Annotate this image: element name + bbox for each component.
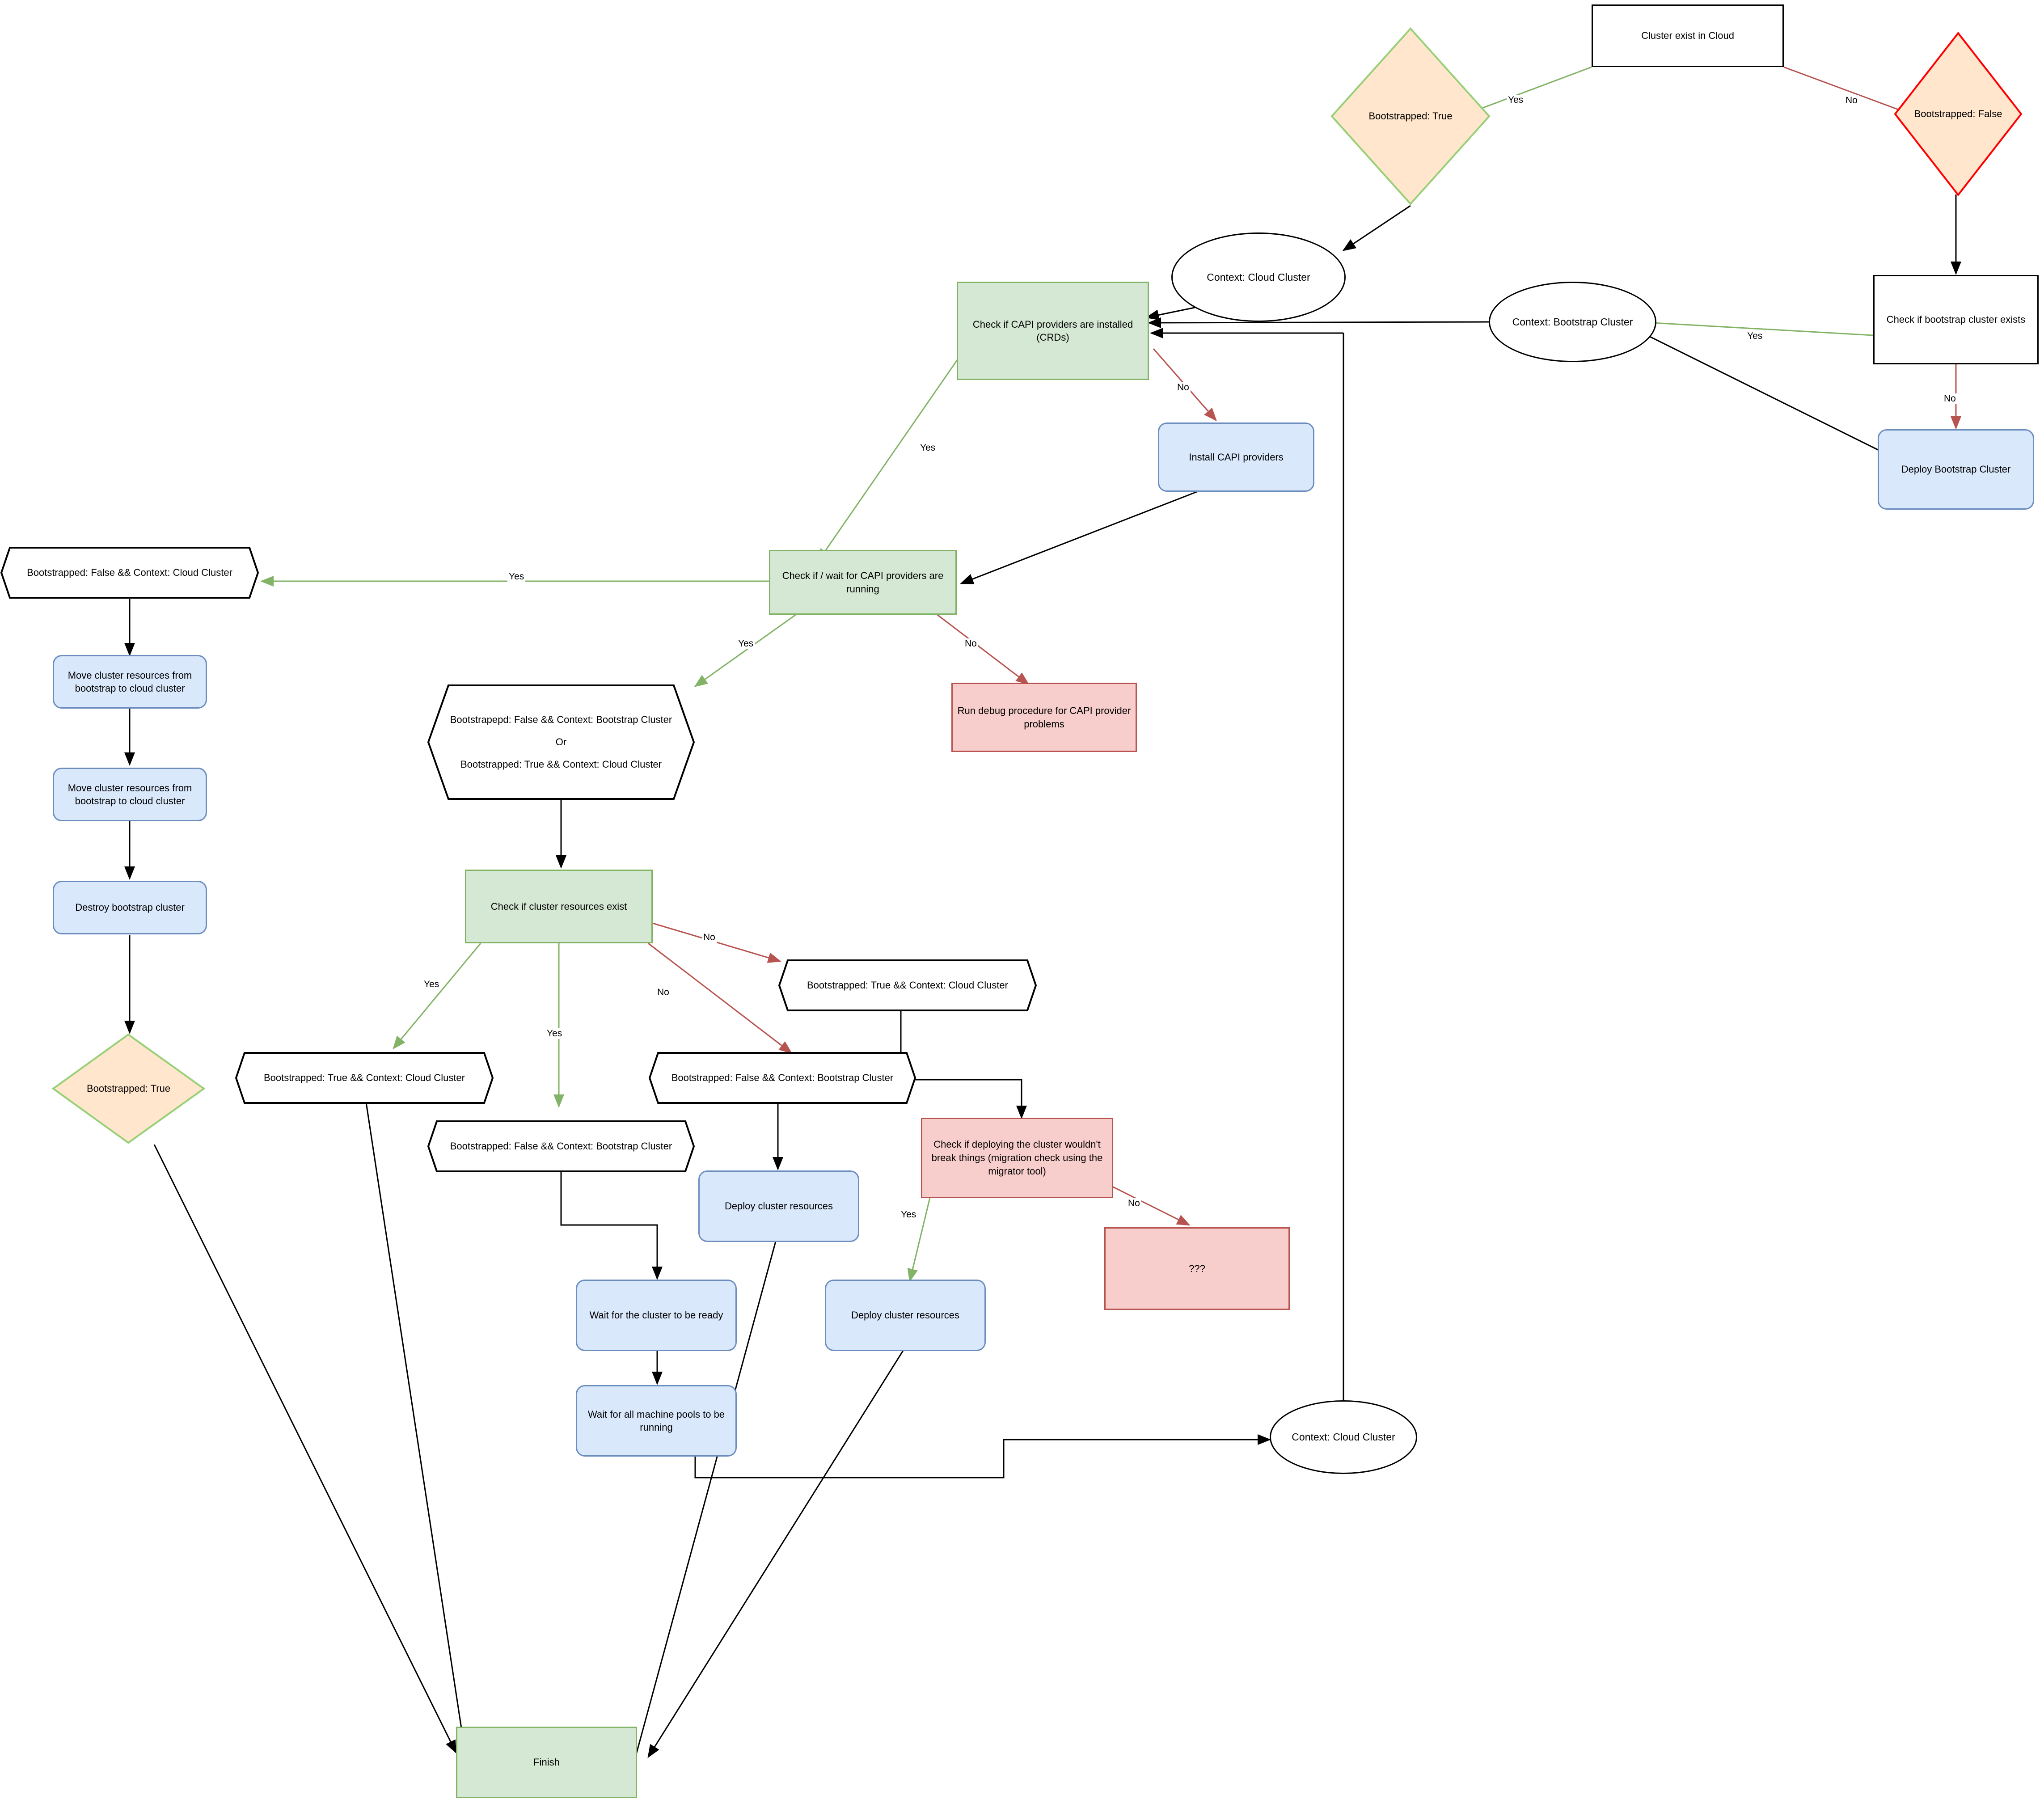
cond-or-line-2: Or <box>555 736 567 748</box>
node-check-bootstrap-cluster-exists[interactable]: Check if bootstrap cluster exists <box>1873 275 2039 364</box>
node-label: Bootstrapped: False && Context: Bootstra… <box>450 1141 672 1152</box>
cond-or-line-1: Bootstrapepd: False && Context: Bootstra… <box>450 714 672 725</box>
node-cond-false-cloud-cluster[interactable]: Bootstrapped: False && Context: Cloud Cl… <box>0 546 259 599</box>
node-label: Bootstrapped: False <box>1914 108 2002 120</box>
node-deploy-cluster-resources-1[interactable]: Deploy cluster resources <box>698 1170 859 1242</box>
node-label: Bootstrapepd: False && Context: Bootstra… <box>427 684 695 800</box>
edge-label-migration-yes: Yes <box>900 1209 918 1220</box>
edge-label-capi-running-yes-left: Yes <box>507 571 526 582</box>
edge-label-resources-no-down: No <box>656 987 671 998</box>
node-label: Bootstrapped: False && Context: Cloud Cl… <box>27 566 232 578</box>
node-context-cloud-cluster-bottom[interactable]: Context: Cloud Cluster <box>1270 1400 1417 1474</box>
cond-or-line-3: Bootstrapped: True && Context: Cloud Clu… <box>460 759 662 770</box>
flowchart-canvas: Cluster exist in Cloud Bootstrapped: Tru… <box>0 0 2044 1808</box>
edge-label-capi-running-yes-down: Yes <box>737 638 755 649</box>
node-cluster-exist-in-cloud[interactable]: Cluster exist in Cloud <box>1592 4 1784 67</box>
edge-label-bootstrap-exists-no: No <box>1943 393 1957 404</box>
edge-label-resources-yes-mid: Yes <box>545 1028 564 1039</box>
node-cond-false-bootstrap-right[interactable]: Bootstrapped: False && Context: Bootstra… <box>648 1052 916 1104</box>
edge-label-resources-yes-left: Yes <box>422 979 441 990</box>
node-label: Bootstrapped: True && Context: Cloud Clu… <box>807 980 1008 991</box>
node-check-capi-providers-installed[interactable]: Check if CAPI providers are installed (C… <box>957 282 1149 380</box>
node-cond-true-cloud-left[interactable]: Bootstrapped: True && Context: Cloud Clu… <box>235 1052 494 1104</box>
node-check-cluster-resources-exist[interactable]: Check if cluster resources exist <box>465 870 653 943</box>
node-finish[interactable]: Finish <box>456 1727 637 1798</box>
node-label: Bootstrapped: True <box>86 1083 171 1094</box>
node-unknown[interactable]: ??? <box>1104 1227 1290 1310</box>
node-bootstrapped-false-top[interactable]: Bootstrapped: False <box>1893 31 2023 197</box>
edge-label-resources-no-up: No <box>702 932 717 943</box>
node-wait-cluster-ready[interactable]: Wait for the cluster to be ready <box>576 1280 737 1351</box>
edge-label-capi-running-no: No <box>963 638 978 649</box>
node-cond-false-bootstrap-mid[interactable]: Bootstrapped: False && Context: Bootstra… <box>427 1120 695 1173</box>
node-install-capi-providers[interactable]: Install CAPI providers <box>1158 422 1314 492</box>
edge-label-capi-installed-yes: Yes <box>919 443 937 453</box>
edge-label-cloud-yes: Yes <box>1507 95 1525 106</box>
node-deploy-cluster-resources-2[interactable]: Deploy cluster resources <box>825 1280 986 1351</box>
node-check-migration[interactable]: Check if deploying the cluster wouldn't … <box>921 1118 1113 1198</box>
node-wait-machine-pools[interactable]: Wait for all machine pools to be running <box>576 1385 737 1457</box>
node-label: Bootstrapped: False && Context: Bootstra… <box>671 1072 894 1084</box>
node-deploy-bootstrap-cluster[interactable]: Deploy Bootstrap Cluster <box>1878 429 2034 510</box>
node-context-bootstrap-cluster[interactable]: Context: Bootstrap Cluster <box>1489 282 1656 362</box>
node-label: Bootstrapped: True <box>1368 110 1453 122</box>
edge-label-migration-no: No <box>1127 1198 1141 1209</box>
node-cond-or-combination[interactable]: Bootstrapepd: False && Context: Bootstra… <box>427 684 695 800</box>
node-bootstrapped-true-top[interactable]: Bootstrapped: True <box>1330 27 1491 206</box>
node-check-capi-providers-running[interactable]: Check if / wait for CAPI providers are r… <box>769 550 957 615</box>
node-move-cluster-resources-2[interactable]: Move cluster resources from bootstrap to… <box>53 768 207 821</box>
node-bootstrapped-true-bottom[interactable]: Bootstrapped: True <box>51 1033 206 1145</box>
node-destroy-bootstrap-cluster[interactable]: Destroy bootstrap cluster <box>53 881 207 934</box>
node-move-cluster-resources-1[interactable]: Move cluster resources from bootstrap to… <box>53 655 207 709</box>
edge-label-capi-installed-no: No <box>1176 382 1191 393</box>
edge-layer <box>124 66 1961 1760</box>
node-context-cloud-cluster-top[interactable]: Context: Cloud Cluster <box>1171 232 1346 322</box>
node-cond-true-cloud-right[interactable]: Bootstrapped: True && Context: Cloud Clu… <box>778 959 1037 1012</box>
edge-label-bootstrap-exists-yes: Yes <box>1746 331 1764 342</box>
node-label: Bootstrapped: True && Context: Cloud Clu… <box>263 1072 465 1084</box>
edge-label-cloud-no: No <box>1844 95 1859 106</box>
node-run-debug-procedure[interactable]: Run debug procedure for CAPI provider pr… <box>951 683 1137 752</box>
